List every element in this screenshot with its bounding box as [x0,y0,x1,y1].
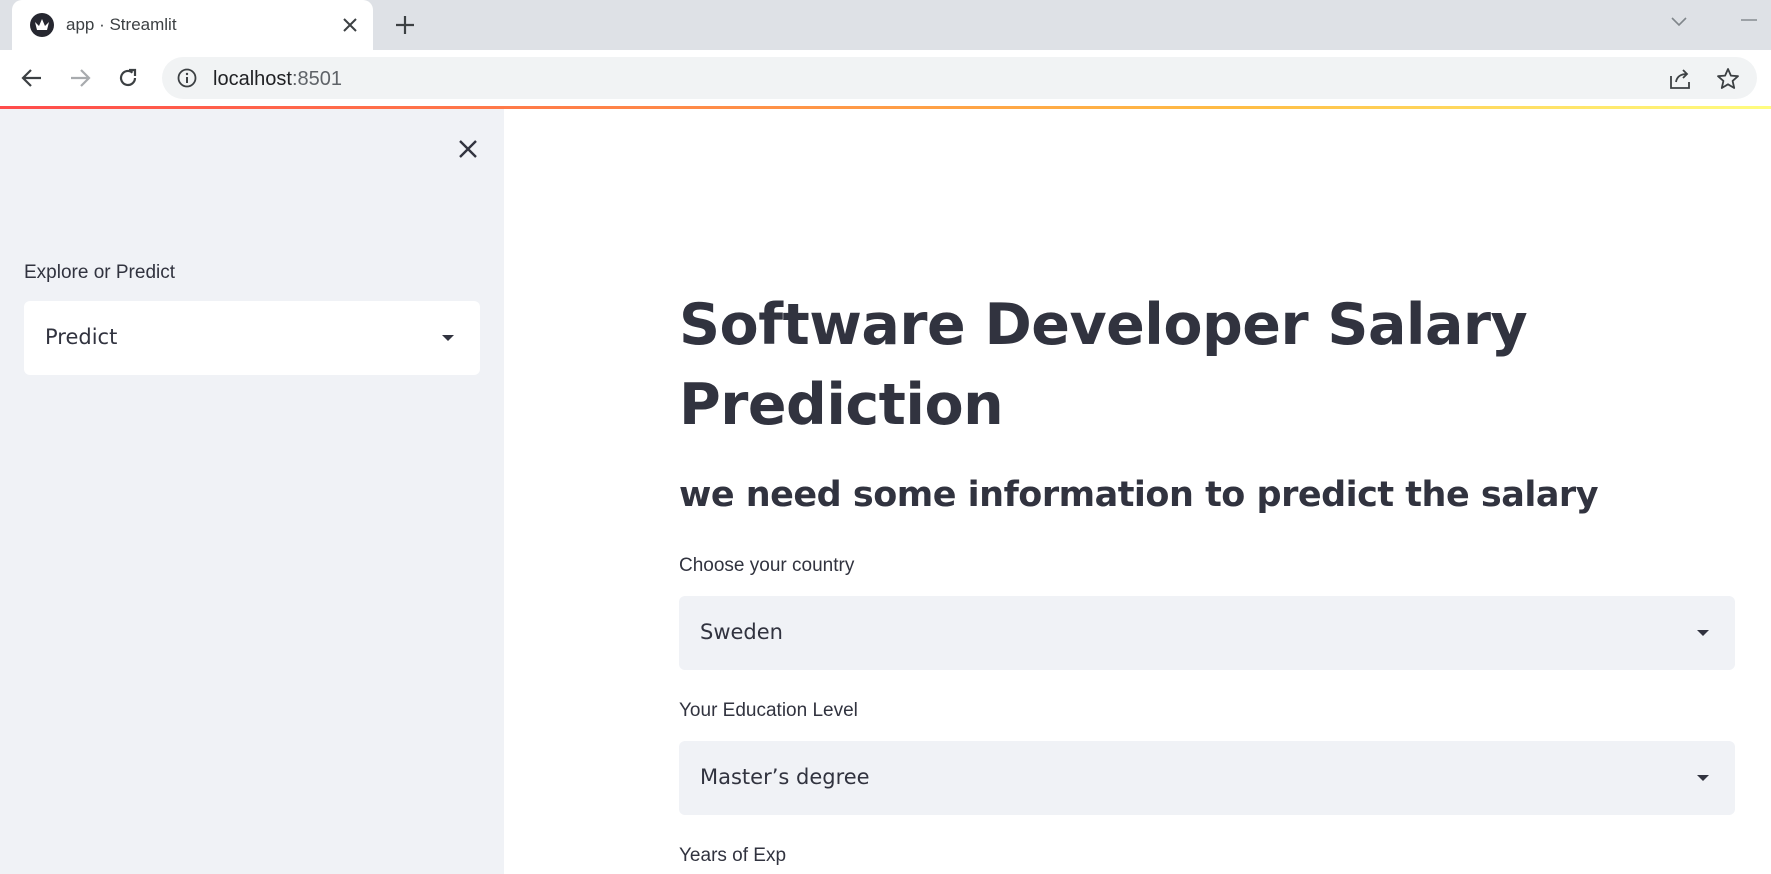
site-info-icon[interactable] [176,67,198,89]
address-bar[interactable]: localhost:8501 [162,57,1757,99]
browser-tab[interactable]: app · Streamlit [12,0,373,50]
page-title: Software Developer Salary Prediction [679,292,1528,438]
explore-predict-select[interactable]: Predict [24,301,480,375]
page-subheader: we need some information to predict the … [679,475,1599,515]
chevron-down-icon [1697,630,1709,636]
streamlit-favicon-icon [30,13,54,37]
explore-predict-value: Predict [45,325,118,349]
back-arrow-icon[interactable] [16,62,48,94]
sidebar: Explore or Predict Predict [0,109,504,874]
url-port: :8501 [291,68,342,90]
share-icon[interactable] [1668,66,1694,92]
country-value: Sweden [700,620,783,644]
main-content: Software Developer Salary Prediction we … [504,109,1771,874]
reload-icon[interactable] [112,62,144,94]
forward-arrow-icon[interactable] [64,62,96,94]
education-value: Master’s degree [700,765,870,789]
education-label: Your Education Level [679,700,858,721]
bookmark-star-icon[interactable] [1715,66,1741,92]
explore-predict-label: Explore or Predict [24,262,176,283]
browser-tab-bar: app · Streamlit [0,0,1771,50]
country-select[interactable]: Sweden [679,596,1735,670]
tab-close-icon[interactable] [337,12,363,38]
browser-toolbar: localhost:8501 [0,50,1771,106]
education-select[interactable]: Master’s degree [679,741,1735,815]
tab-search-chevron-icon[interactable] [1666,12,1692,32]
url-host: localhost [213,68,292,90]
experience-label: Years of Exp [679,845,787,866]
url-text: localhost:8501 [213,68,342,91]
country-label: Choose your country [679,555,855,576]
chevron-down-icon [1697,775,1709,781]
minimize-window-icon[interactable] [1734,10,1764,30]
tab-title: app · Streamlit [66,15,177,34]
close-sidebar-icon[interactable] [452,133,484,165]
new-tab-icon[interactable] [390,10,420,40]
chevron-down-icon [442,335,454,341]
